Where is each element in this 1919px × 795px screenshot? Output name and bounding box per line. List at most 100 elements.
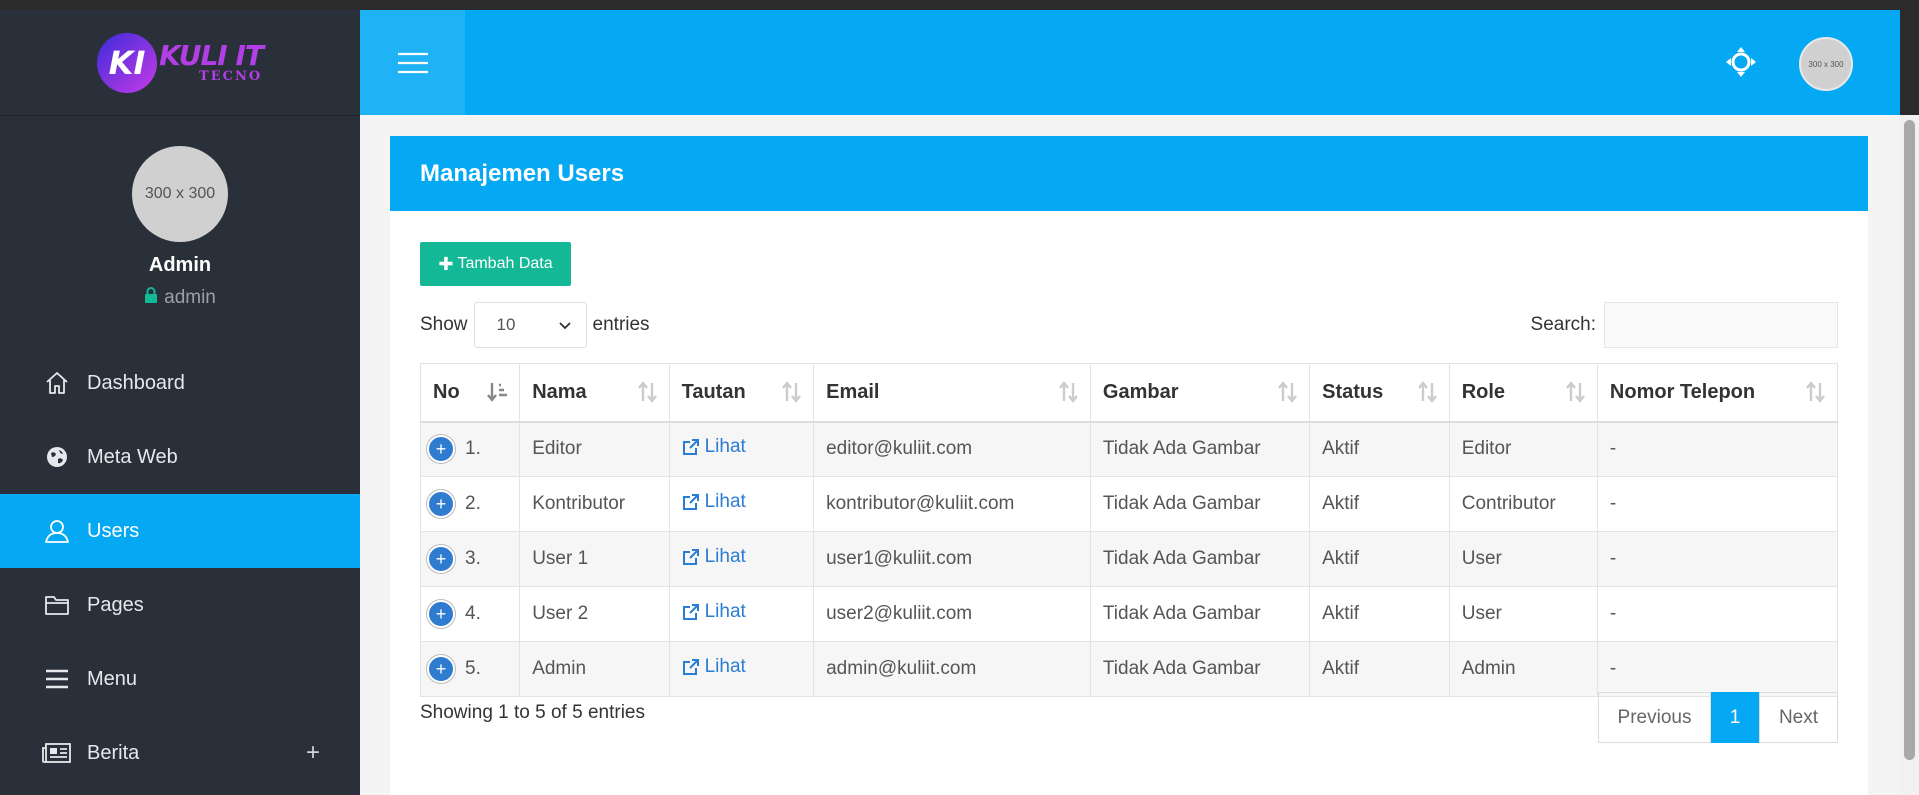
view-link[interactable]: Lihat [682,436,746,458]
view-link[interactable]: Lihat [682,546,746,568]
entries-select[interactable]: 10 [473,302,587,348]
cell-telepon: - [1596,641,1839,697]
menu-icon [42,664,72,694]
users-table: No Nama Tautan Email Gambar Status Role [419,363,1839,697]
users-card: Manajemen Users ✚ Tambah Data Show 10 en… [390,136,1868,795]
cell-telepon: - [1596,421,1839,477]
external-link-icon [682,494,699,510]
cell-role: Contributor [1448,476,1598,532]
expand-icon[interactable]: + [306,739,320,767]
cell-email: user1@kuliit.com [813,531,1091,587]
table-row: +5. Admin Lihat admin@kuliit.com Tidak A… [419,641,1839,697]
view-link[interactable]: Lihat [682,491,746,513]
profile-name: Admin [148,254,212,276]
sidebar-item-menu[interactable]: Menu [0,642,360,716]
logo-mark: KI [97,32,158,93]
cell-tautan: Lihat [668,421,815,477]
expand-row-icon[interactable]: + [427,545,455,573]
cell-no: +4. [419,586,521,642]
home-icon [42,368,72,398]
cell-nama: Kontributor [519,476,670,532]
column-header-tautan[interactable]: Tautan [668,363,815,423]
cell-tautan: Lihat [668,586,815,642]
avatar: 300 x 300 [132,146,228,242]
logo-text: KULI IT TECNO [159,39,264,84]
view-link[interactable]: Lihat [682,656,746,678]
pagination: Previous 1 Next [1598,692,1838,743]
expand-row-icon[interactable]: + [427,600,455,628]
plus-icon: ✚ [438,253,454,274]
sidebar-item-label: Meta Web [87,445,178,468]
browser-top-strip [0,0,1919,10]
profile-role: admin [144,287,216,309]
cell-status: Aktif [1309,531,1450,587]
cell-tautan: Lihat [668,476,815,532]
column-header-no[interactable]: No [419,363,521,423]
cell-email: kontributor@kuliit.com [813,476,1091,532]
external-link-icon [682,439,699,456]
sidebar-item-users[interactable]: Users [0,494,360,568]
column-header-role[interactable]: Role [1448,363,1598,423]
expand-row-icon[interactable]: + [427,490,455,518]
sort-asc-icon [487,381,509,409]
table-row: +1. Editor Lihat editor@kuliit.com Tidak… [419,421,1839,477]
table-row: +3. User 1 Lihat user1@kuliit.com Tidak … [419,531,1839,587]
sort-icon [1058,381,1080,409]
column-header-gambar[interactable]: Gambar [1089,363,1311,423]
cell-no: +3. [419,531,521,587]
cell-no: +1. [419,421,521,477]
brand-logo[interactable]: KI KULI IT TECNO [0,10,360,116]
sidebar-item-berita[interactable]: Berita + [0,716,360,790]
sidebar-item-label: Users [87,519,140,542]
cell-no: +2. [419,476,521,532]
table-header-row: No Nama Tautan Email Gambar Status Role [419,363,1839,423]
lock-icon [144,287,158,309]
logo-name: KULI IT [159,39,264,72]
entries-label: entries [592,314,650,335]
entries-select-value: 10 [496,315,516,334]
cell-no: +5. [419,641,521,697]
table-row: +2. Kontributor Lihat kontributor@kuliit… [419,476,1839,532]
column-header-nomor-telepon[interactable]: Nomor Telepon [1596,363,1839,423]
column-header-nama[interactable]: Nama [519,363,670,423]
sidebar: KI KULI IT TECNO 300 x 300 Admin admin D… [0,10,360,795]
sidebar-item-pages[interactable]: Pages [0,568,360,642]
sort-icon [1565,381,1587,409]
table-info: Showing 1 to 5 of 5 entries [420,702,645,723]
page-1-button[interactable]: 1 [1711,692,1759,743]
cell-email: user2@kuliit.com [813,586,1091,642]
cell-nama: Admin [519,641,670,697]
scrollbar-thumb[interactable] [1904,120,1915,760]
user-icon [42,516,72,546]
previous-page-button[interactable]: Previous [1598,692,1711,743]
cell-nama: User 1 [519,531,670,587]
view-link[interactable]: Lihat [682,601,746,623]
search-input[interactable] [1604,302,1838,348]
profile-role-label: admin [164,287,216,308]
cell-role: Admin [1448,641,1598,697]
chevron-down-icon [558,317,572,337]
expand-row-icon[interactable]: + [427,435,455,464]
column-header-email[interactable]: Email [813,363,1091,423]
page-scrollbar[interactable] [1900,115,1919,795]
next-page-button[interactable]: Next [1759,692,1838,743]
main-content: Manajemen Users ✚ Tambah Data Show 10 en… [360,115,1900,795]
external-link-icon [682,604,699,620]
expand-row-icon[interactable]: + [427,655,455,683]
cell-status: Aktif [1309,476,1450,532]
add-data-button[interactable]: ✚ Tambah Data [420,242,571,286]
sidebar-item-dashboard[interactable]: Dashboard [0,346,360,420]
sidebar-item-label: Menu [87,667,138,690]
newspaper-icon [42,738,72,768]
header-avatar[interactable]: 300 x 300 [1799,37,1853,91]
sidebar-item-meta-web[interactable]: Meta Web [0,420,360,494]
crosshair-icon [1726,47,1756,77]
hamburger-menu-button[interactable] [360,10,465,115]
cell-gambar: Tidak Ada Gambar [1089,641,1311,697]
cell-gambar: Tidak Ada Gambar [1089,586,1311,642]
fullscreen-button[interactable] [1725,46,1757,78]
column-header-status[interactable]: Status [1309,363,1450,423]
cell-role: Editor [1448,421,1598,477]
cell-gambar: Tidak Ada Gambar [1089,531,1311,587]
cell-tautan: Lihat [668,531,815,587]
